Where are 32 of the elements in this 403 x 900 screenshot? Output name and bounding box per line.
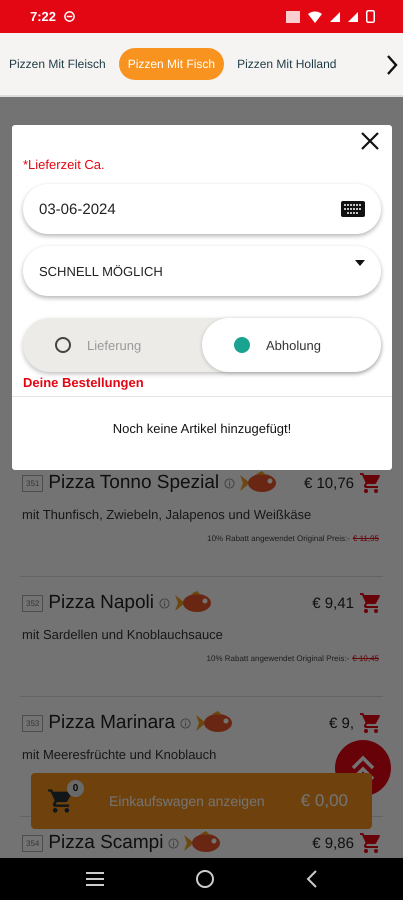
category-tab[interactable]: Pizzen Mit Holland: [228, 48, 346, 80]
product-name[interactable]: Pizza Marinara: [48, 712, 176, 734]
product-number: 352: [22, 594, 44, 612]
category-tab[interactable]: Pizzen Mit Fisch: [118, 48, 224, 80]
orders-heading: Deine Bestellungen: [23, 375, 145, 392]
product-price: € 9,: [328, 714, 354, 732]
product-number: 354: [22, 834, 44, 852]
product-price: € 9,86: [312, 834, 354, 852]
discount-note: 10% Rabatt angewendet Original Preis:- € 10,45: [206, 654, 379, 663]
product-name[interactable]: Pizza Napoli: [48, 592, 154, 614]
product-number: 351: [22, 474, 44, 492]
cart-count-badge: 0: [67, 780, 84, 797]
cart-total: € 0,00: [300, 791, 348, 811]
date-field[interactable]: 03-06-2024: [23, 184, 381, 234]
view-cart-bar[interactable]: 0 Einkaufswagen anzeigen € 0,00: [31, 773, 372, 829]
cart-label: Einkaufswagen anzeigen: [109, 793, 265, 809]
status-time: 7:22: [30, 9, 56, 24]
product-name[interactable]: Pizza Tonno Spezial: [48, 472, 220, 494]
discount-note: 10% Rabatt angewendet Original Preis:- € 11,95: [207, 534, 379, 543]
product-description: mit Sardellen und Knoblauchsauce: [22, 627, 224, 642]
product-price: € 9,41: [312, 594, 354, 612]
product-description: mit Meeresfrüchte und Knoblauch: [22, 747, 218, 762]
delivery-time-label: *Lieferzeit Ca.: [23, 157, 106, 172]
product-description: mit Thunfisch, Zwiebeln, Jalapenos und Weißkäse: [22, 507, 312, 522]
product-name[interactable]: Pizza Scampi: [48, 832, 164, 854]
empty-orders-message: Noch keine Artikel hinzugefügt!: [112, 421, 292, 436]
order-type-option[interactable]: Lieferung: [23, 318, 202, 372]
product-number: 353: [22, 714, 44, 732]
product-price: € 10,76: [304, 474, 354, 492]
order-type-option[interactable]: Abholung: [202, 318, 381, 372]
time-select[interactable]: SCHNELL MÖGLICH: [23, 246, 381, 296]
category-tab[interactable]: Pizzen Mit Fleisch: [0, 48, 115, 80]
